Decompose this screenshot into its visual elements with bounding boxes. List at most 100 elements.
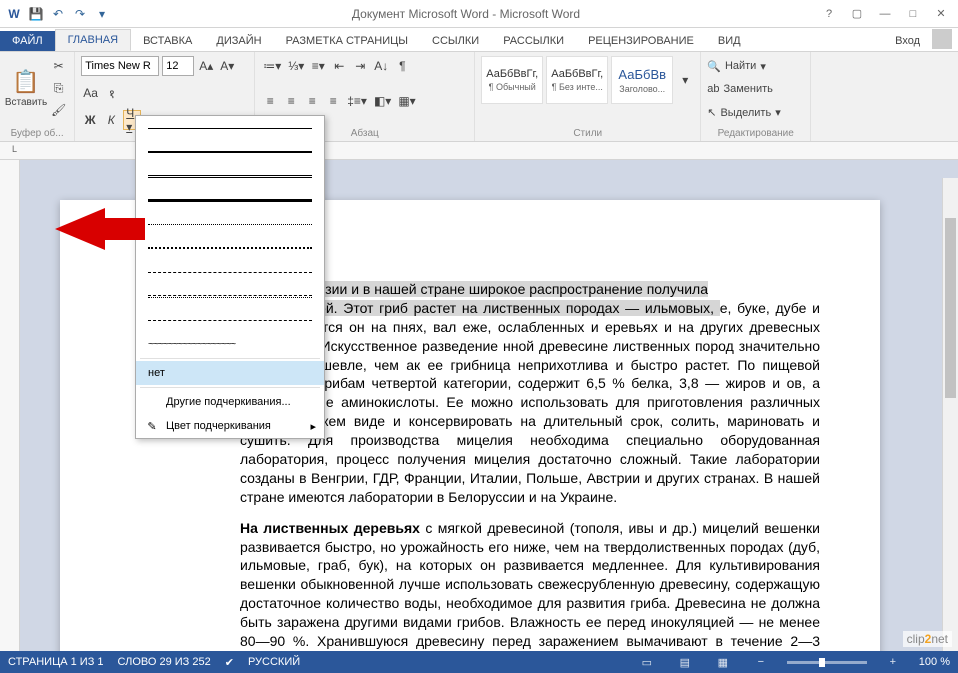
group-editing: 🔍Найти ▾ abЗаменить ↖Выделить ▾ Редактир… <box>701 52 811 141</box>
redo-icon[interactable]: ↷ <box>72 6 88 22</box>
vertical-scrollbar[interactable] <box>942 178 958 669</box>
vertical-ruler[interactable] <box>0 160 20 669</box>
help-icon[interactable]: ? <box>816 4 842 24</box>
underline-double[interactable] <box>136 164 324 188</box>
word-icon: W <box>6 6 22 22</box>
paragraph2-text: с мягкой древесиной (тополя, ивы и др.) … <box>240 520 820 668</box>
tab-file[interactable]: ФАЙЛ <box>0 31 55 51</box>
paragraph1-rest: е, буке, дубе и др. Появляется он на пня… <box>240 300 820 505</box>
quick-access-toolbar: W 💾 ↶ ↷ ▾ <box>0 6 116 22</box>
bold-button[interactable]: Ж <box>81 110 99 130</box>
paste-button[interactable]: 📋 Вставить <box>6 58 46 118</box>
watermark: clip2net <box>903 631 952 647</box>
underline-dropdown-menu: ~~~~~~~~~~~~~~~~~~ нет Другие подчеркива… <box>135 115 325 439</box>
styles-more-icon[interactable]: ▾ <box>676 70 694 90</box>
pen-icon: ✎ <box>144 420 160 433</box>
underline-heavy[interactable] <box>136 188 324 212</box>
minimize-icon[interactable]: — <box>872 4 898 24</box>
style-heading[interactable]: АаБбВв Заголово... <box>611 56 673 104</box>
status-page[interactable]: СТРАНИЦА 1 ИЗ 1 <box>8 656 104 668</box>
save-icon[interactable]: 💾 <box>28 6 44 22</box>
tab-mailings[interactable]: РАССЫЛКИ <box>491 31 576 51</box>
tab-layout[interactable]: РАЗМЕТКА СТРАНИЦЫ <box>274 31 420 51</box>
underline-more[interactable]: Другие подчеркивания... <box>136 390 324 414</box>
web-layout-icon[interactable]: ▦ <box>711 653 735 671</box>
font-size-input[interactable] <box>162 56 194 76</box>
underline-dotted[interactable] <box>136 212 324 236</box>
tab-home[interactable]: ГЛАВНАЯ <box>55 29 131 51</box>
multilevel-icon[interactable]: ≡▾ <box>309 56 327 76</box>
proofing-icon[interactable]: ✔ <box>225 656 234 669</box>
zoom-out-icon[interactable]: − <box>749 653 773 671</box>
ribbon-options-icon[interactable]: ▢ <box>844 4 870 24</box>
underline-thick[interactable] <box>136 140 324 164</box>
status-bar: СТРАНИЦА 1 ИЗ 1 СЛОВО 29 ИЗ 252 ✔ РУССКИ… <box>0 651 958 673</box>
borders-icon[interactable]: ▦▾ <box>396 91 417 111</box>
font-name-input[interactable] <box>81 56 159 76</box>
align-center-icon[interactable]: ≡ <box>282 91 300 111</box>
tab-insert[interactable]: ВСТАВКА <box>131 31 204 51</box>
grow-font-icon[interactable]: A▴ <box>197 56 215 76</box>
ribbon-tabs: ФАЙЛ ГЛАВНАЯ ВСТАВКА ДИЗАЙН РАЗМЕТКА СТР… <box>0 28 958 52</box>
scrollbar-thumb[interactable] <box>945 218 956 398</box>
tab-review[interactable]: РЕЦЕНЗИРОВАНИЕ <box>576 31 706 51</box>
tab-design[interactable]: ДИЗАЙН <box>204 31 273 51</box>
title-bar: W 💾 ↶ ↷ ▾ Документ Microsoft Word - Micr… <box>0 0 958 28</box>
login-link[interactable]: Вход <box>887 31 928 51</box>
sort-icon[interactable]: A↓ <box>372 56 390 76</box>
underline-none[interactable]: нет <box>136 361 324 385</box>
undo-icon[interactable]: ↶ <box>50 6 66 22</box>
tab-view[interactable]: ВИД <box>706 31 753 51</box>
underline-color[interactable]: ✎Цвет подчеркивания▸ <box>136 414 324 438</box>
align-right-icon[interactable]: ≡ <box>303 91 321 111</box>
line-spacing-icon[interactable]: ‡≡▾ <box>345 91 369 111</box>
zoom-slider[interactable] <box>787 661 867 664</box>
decrease-indent-icon[interactable]: ⇤ <box>330 56 348 76</box>
cut-icon[interactable]: ✂ <box>49 56 68 76</box>
shrink-font-icon[interactable]: A▾ <box>218 56 236 76</box>
status-language[interactable]: РУССКИЙ <box>248 656 300 668</box>
clear-format-icon[interactable]: १ <box>103 83 121 103</box>
show-marks-icon[interactable]: ¶ <box>393 56 411 76</box>
group-clipboard: 📋 Вставить ✂ ⎘ 🖌 Буфер об... <box>0 52 75 141</box>
underline-dash[interactable] <box>136 260 324 284</box>
underline-single[interactable] <box>136 116 324 140</box>
bullets-icon[interactable]: ≔▾ <box>261 56 283 76</box>
qat-dropdown-icon[interactable]: ▾ <box>94 6 110 22</box>
copy-icon[interactable]: ⎘ <box>49 78 68 98</box>
styles-group-label: Стили <box>481 128 694 139</box>
avatar-icon[interactable] <box>932 29 952 49</box>
group-styles: АаБбВвГг, ¶ Обычный АаБбВвГг, ¶ Без инте… <box>475 52 701 141</box>
print-layout-icon[interactable]: ▤ <box>673 653 697 671</box>
select-button[interactable]: ↖Выделить ▾ <box>707 103 804 123</box>
format-painter-icon[interactable]: 🖌 <box>49 100 68 120</box>
shading-icon[interactable]: ◧▾ <box>372 91 393 111</box>
italic-button[interactable]: К <box>102 110 120 130</box>
clipboard-icon: 📋 <box>12 69 39 95</box>
justify-icon[interactable]: ≡ <box>324 91 342 111</box>
zoom-in-icon[interactable]: + <box>881 653 905 671</box>
underline-wave[interactable]: ~~~~~~~~~~~~~~~~~~ <box>136 332 324 356</box>
document-text[interactable]: й Америке, Азии и в нашей стране широкое… <box>240 280 820 669</box>
change-case-icon[interactable]: Aa <box>81 83 100 103</box>
style-normal[interactable]: АаБбВвГг, ¶ Обычный <box>481 56 543 104</box>
zoom-level[interactable]: 100 % <box>919 656 950 668</box>
increase-indent-icon[interactable]: ⇥ <box>351 56 369 76</box>
replace-button[interactable]: abЗаменить <box>707 79 804 99</box>
underline-dotted-heavy[interactable] <box>136 236 324 260</box>
underline-dash-dot-dot[interactable] <box>136 308 324 332</box>
align-left-icon[interactable]: ≡ <box>261 91 279 111</box>
paste-label: Вставить <box>5 97 47 108</box>
select-icon: ↖ <box>707 106 716 119</box>
tab-references[interactable]: ССЫЛКИ <box>420 31 491 51</box>
read-mode-icon[interactable]: ▭ <box>635 653 659 671</box>
status-words[interactable]: СЛОВО 29 ИЗ 252 <box>118 656 211 668</box>
underline-dash-dot[interactable] <box>136 284 324 308</box>
maximize-icon[interactable]: □ <box>900 4 926 24</box>
find-button[interactable]: 🔍Найти ▾ <box>707 56 804 76</box>
window-title: Документ Microsoft Word - Microsoft Word <box>116 7 816 21</box>
close-icon[interactable]: ✕ <box>928 4 954 24</box>
replace-icon: ab <box>707 83 719 95</box>
numbering-icon[interactable]: ⅓▾ <box>286 56 306 76</box>
style-no-spacing[interactable]: АаБбВвГг, ¶ Без инте... <box>546 56 608 104</box>
